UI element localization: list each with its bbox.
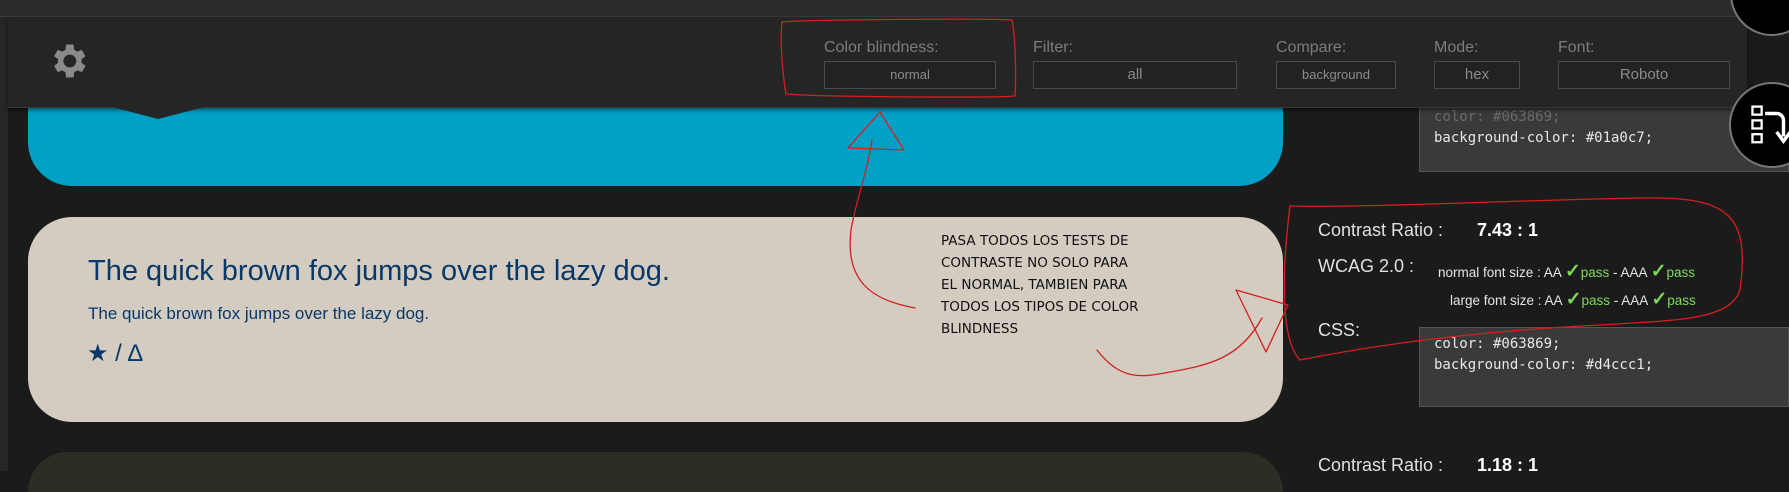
contrast-ratio-label: Contrast Ratio : (1318, 220, 1444, 240)
filter-control: Filter: all (1033, 39, 1237, 89)
wcag-large-label: large font size : AA (1450, 293, 1566, 308)
previous-sample-card (28, 100, 1283, 186)
next-contrast-ratio-label: Contrast Ratio : (1318, 455, 1444, 475)
toolbar-notch (112, 107, 204, 119)
mode-select[interactable]: hex (1434, 61, 1520, 89)
contrast-ratio-value: 7.43 : 1 (1477, 220, 1539, 240)
css-color-line: color: #063869; (1434, 336, 1561, 352)
font-label: Font: (1558, 39, 1595, 56)
check-icon: ✓ (1650, 261, 1667, 282)
annotation-note: Pasa todos los tests de contraste no sol… (941, 233, 1139, 337)
mode-label: Mode: (1434, 39, 1479, 56)
compare-select[interactable]: background (1276, 61, 1396, 89)
gear-icon[interactable] (46, 39, 90, 83)
top-strip (0, 0, 1789, 17)
wcag-label: WCAG 2.0 : (1318, 256, 1415, 276)
aaa-label: - AAA (1609, 265, 1651, 280)
sample-heading: The quick brown fox jumps over the lazy … (88, 255, 670, 287)
color-blindness-label: Color blindness: (824, 39, 939, 56)
previous-css-color-line: color: #063869; (1434, 109, 1561, 125)
aaa-pass: pass (1666, 265, 1696, 280)
previous-css-background-line: background-color: #01a0c7; (1434, 130, 1654, 146)
wcag-normal-row: normal font size : AA ✓pass - AAA ✓pass (1438, 260, 1695, 283)
left-edge (0, 0, 8, 471)
compare-label: Compare: (1276, 39, 1347, 56)
mode-control: Mode: hex (1434, 39, 1520, 89)
check-icon: ✓ (1651, 289, 1668, 310)
sample-symbols: ★ / Δ (87, 340, 144, 367)
filter-select[interactable]: all (1033, 61, 1237, 89)
aa-pass: pass (1581, 293, 1611, 308)
aa-pass: pass (1580, 265, 1610, 280)
css-background-line: background-color: #d4ccc1; (1434, 357, 1654, 373)
next-contrast-ratio-value: 1.18 : 1 (1477, 455, 1539, 475)
check-icon: ✓ (1565, 289, 1582, 310)
filter-label: Filter: (1033, 39, 1073, 56)
check-icon: ✓ (1564, 261, 1581, 282)
compare-control: Compare: background (1276, 39, 1396, 89)
font-control: Font: Roboto (1558, 39, 1730, 89)
color-blindness-control: Color blindness: normal (824, 39, 996, 89)
sample-body-text: The quick brown fox jumps over the lazy … (88, 304, 430, 323)
settings-toolbar: Color blindness: normal Filter: all Comp… (8, 17, 1747, 108)
wcag-normal-label: normal font size : AA (1438, 265, 1565, 280)
color-blindness-select[interactable]: normal (824, 61, 996, 89)
wcag-large-row: large font size : AA ✓pass - AAA ✓pass (1450, 288, 1696, 311)
css-code-box[interactable]: color: #063869; background-color: #d4ccc… (1419, 327, 1789, 407)
css-label: CSS: (1318, 320, 1361, 340)
aaa-label: - AAA (1610, 293, 1652, 308)
layout-switch-icon (1751, 105, 1789, 144)
next-sample-card (28, 452, 1283, 492)
aaa-pass: pass (1667, 293, 1696, 308)
font-select[interactable]: Roboto (1558, 61, 1730, 89)
